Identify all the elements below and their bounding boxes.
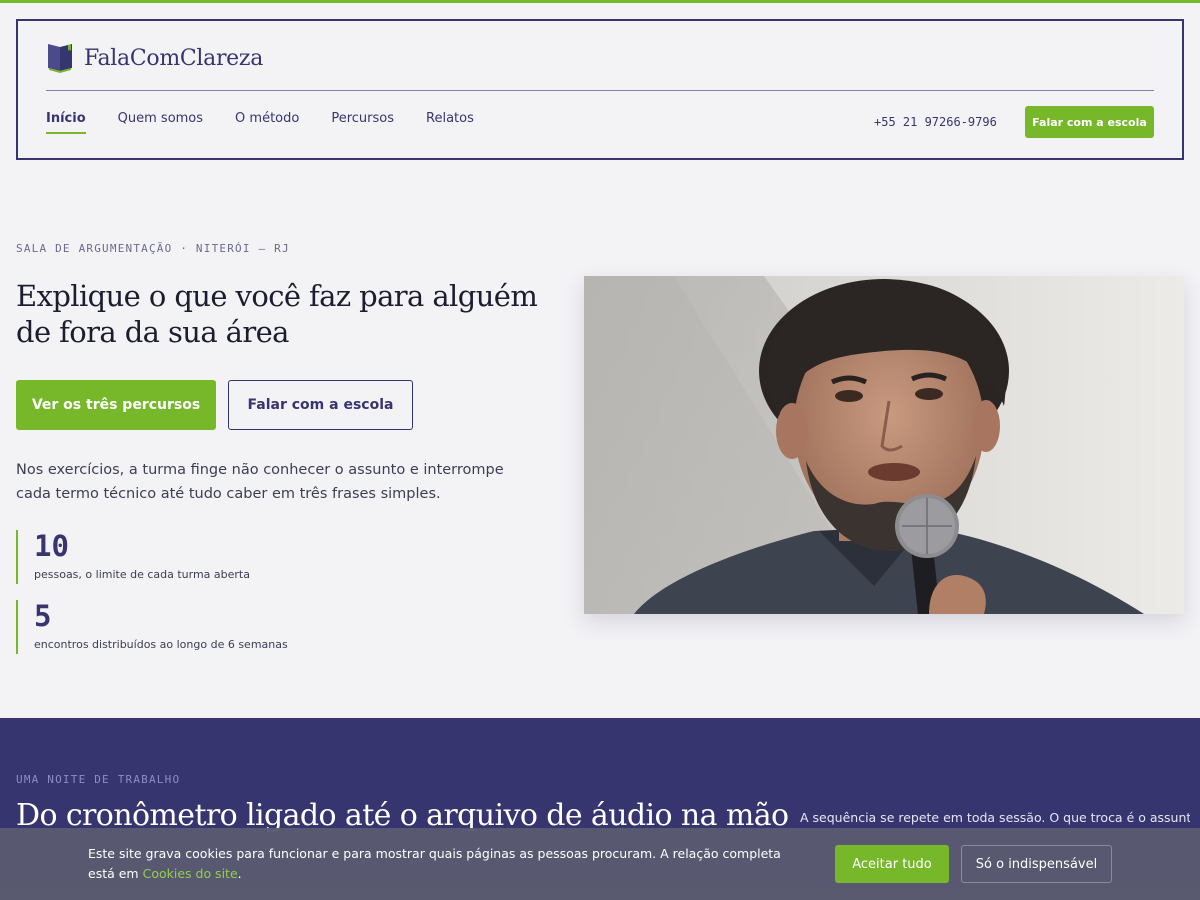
stat-label: pessoas, o limite de cada turma aberta <box>34 568 250 581</box>
stat-value: 10 <box>34 529 69 563</box>
top-accent-line <box>0 0 1200 3</box>
hero-description: Nos exercícios, a turma finge não conhec… <box>16 462 504 502</box>
brand-name: FalaComClareza <box>84 45 264 71</box>
main-nav: Início Quem somos O método Percursos Rel… <box>46 111 506 134</box>
nav-item-percursos[interactable]: Percursos <box>331 111 394 134</box>
header-contact-button[interactable]: Falar com a escola <box>1025 106 1154 138</box>
cookie-banner: Este site grava cookies para funcionar e… <box>0 828 1200 900</box>
stat-meetings: 5 encontros distribuídos ao longo de 6 s… <box>16 600 288 654</box>
cookie-period: . <box>237 866 242 881</box>
section-eyebrow: UMA NOITE DE TRABALHO <box>16 773 181 786</box>
hero-eyebrow: SALA DE ARGUMENTAÇÃO · NITERÓI — RJ <box>16 242 290 255</box>
essential-only-button[interactable]: Só o indispensável <box>961 845 1112 883</box>
cookie-policy-link[interactable]: Cookies do site <box>143 866 238 881</box>
site-header: FalaComClareza Início Quem somos O métod… <box>16 19 1184 160</box>
stat-label: encontros distribuídos ao longo de 6 sem… <box>34 638 288 651</box>
brand-logo[interactable]: FalaComClareza <box>46 43 263 73</box>
nav-item-inicio[interactable]: Início <box>46 111 86 134</box>
view-courses-button[interactable]: Ver os três percursos <box>16 380 216 430</box>
nav-item-quem-somos[interactable]: Quem somos <box>118 111 203 134</box>
hero-photo <box>584 276 1184 614</box>
book-icon <box>48 44 72 73</box>
stat-class-size: 10 pessoas, o limite de cada turma abert… <box>16 530 250 584</box>
stat-value: 5 <box>34 599 52 633</box>
accept-all-button[interactable]: Aceitar tudo <box>835 845 949 883</box>
contact-school-button[interactable]: Falar com a escola <box>228 380 413 430</box>
header-divider <box>46 90 1154 91</box>
speaker-photo-illustration <box>584 276 1184 614</box>
nav-item-o-metodo[interactable]: O método <box>235 111 299 134</box>
section-text: A sequência se repete em toda sessão. O … <box>800 810 1190 825</box>
cookie-message: Este site grava cookies para funcionar e… <box>88 844 808 884</box>
hero-title: Explique o que você faz para alguém de f… <box>16 279 538 349</box>
nav-item-relatos[interactable]: Relatos <box>426 111 474 134</box>
phone-number[interactable]: +55 21 97266-9796 <box>874 115 997 129</box>
